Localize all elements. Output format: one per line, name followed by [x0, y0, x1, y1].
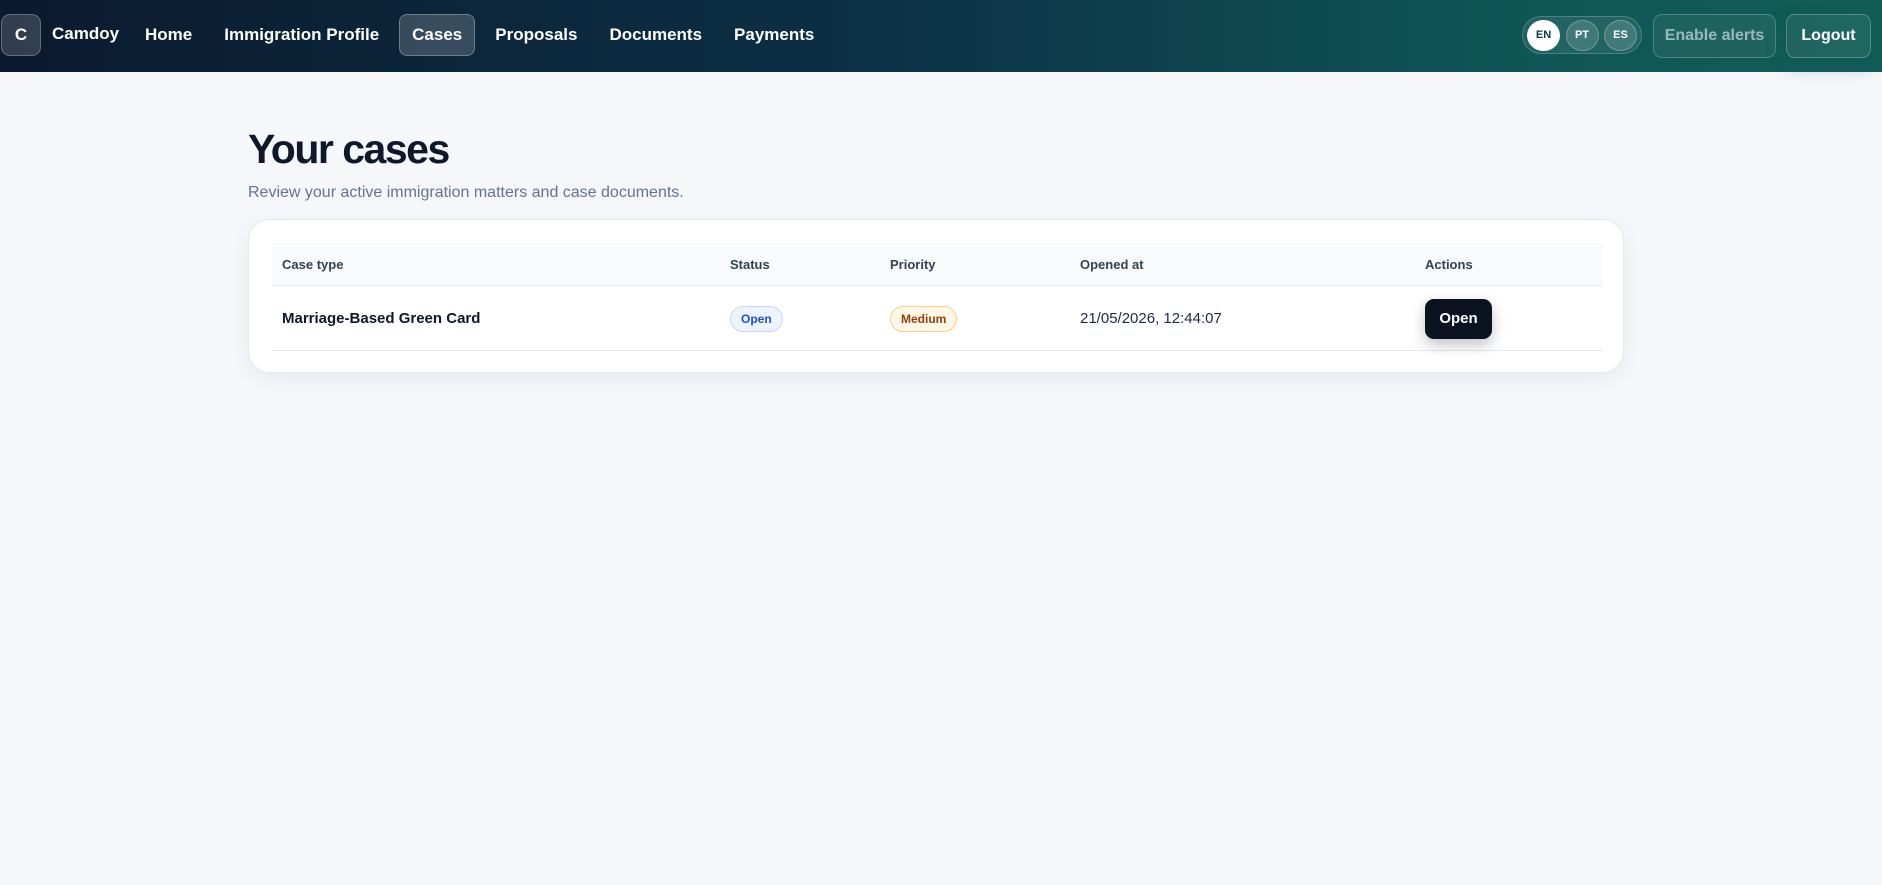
brand-logo[interactable]: C — [1, 14, 41, 56]
nav-item-documents[interactable]: Documents — [597, 14, 714, 56]
nav-item-proposals[interactable]: Proposals — [483, 14, 589, 56]
main-nav: Home Immigration Profile Cases Proposals… — [133, 14, 834, 56]
table-row: Marriage-Based Green Card Open Medium 21… — [272, 286, 1602, 351]
column-header-priority: Priority — [890, 257, 936, 272]
nav-item-cases[interactable]: Cases — [399, 14, 476, 56]
logout-button[interactable]: Logout — [1786, 14, 1871, 58]
nav-item-home[interactable]: Home — [133, 14, 204, 56]
table-header: Case type Status Priority Opened at Acti… — [272, 243, 1602, 286]
case-type-cell: Marriage-Based Green Card — [282, 310, 481, 327]
nav-item-immigration-profile[interactable]: Immigration Profile — [212, 14, 391, 56]
brand-name[interactable]: Camdoy — [52, 24, 119, 44]
column-header-case-type: Case type — [282, 257, 344, 272]
nav-item-payments[interactable]: Payments — [722, 14, 826, 56]
column-header-actions: Actions — [1425, 257, 1473, 272]
priority-badge: Medium — [890, 305, 958, 332]
page-title: Your cases — [248, 126, 450, 172]
language-es-button[interactable]: ES — [1604, 19, 1637, 51]
column-header-opened-at: Opened at — [1080, 257, 1144, 272]
language-pt-button[interactable]: PT — [1565, 19, 1599, 51]
opened-at-cell: 21/05/2026, 12:44:07 — [1080, 310, 1222, 327]
enable-alerts-button[interactable]: Enable alerts — [1653, 14, 1776, 58]
language-en-button[interactable]: EN — [1527, 19, 1560, 51]
status-badge: Open — [730, 305, 783, 332]
cases-table: Case type Status Priority Opened at Acti… — [272, 243, 1602, 351]
open-case-button[interactable]: Open — [1425, 298, 1492, 339]
top-navigation-bar: C Camdoy Home Immigration Profile Cases … — [0, 0, 1882, 72]
page-subtitle: Review your active immigration matters a… — [248, 184, 684, 201]
cases-card: Case type Status Priority Opened at Acti… — [248, 219, 1624, 373]
column-header-status: Status — [730, 257, 770, 272]
language-switcher: EN PT ES — [1522, 16, 1642, 54]
